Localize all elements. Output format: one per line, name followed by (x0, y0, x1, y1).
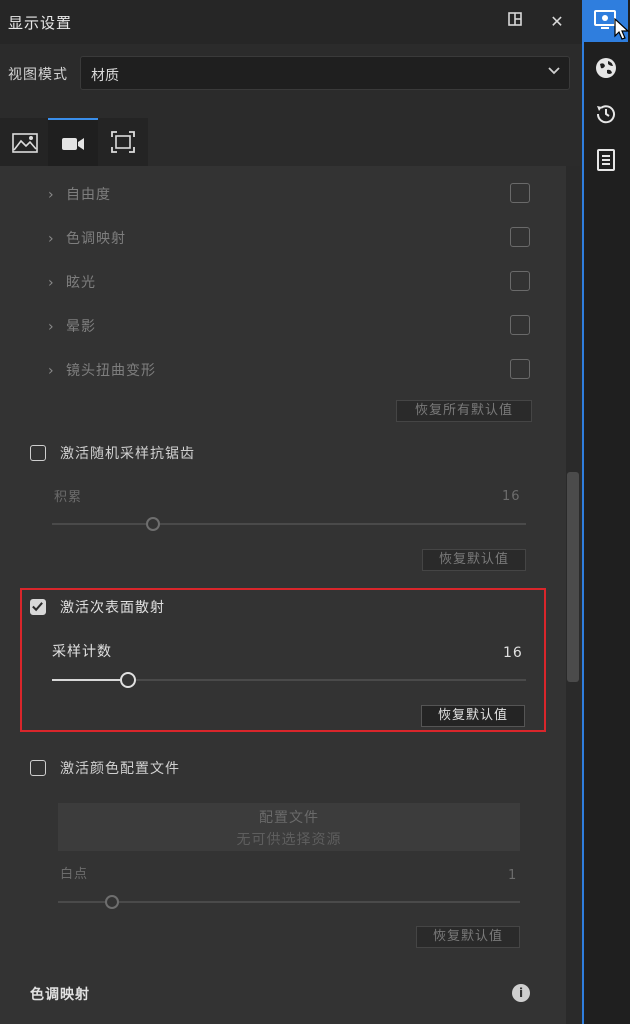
view-mode-select[interactable]: 材质 (80, 56, 570, 90)
fold-label: 眩光 (66, 275, 96, 291)
fold-item-glare[interactable]: › 眩光 (48, 272, 96, 292)
whitepoint-slider-track[interactable] (58, 901, 520, 903)
reset-all-button[interactable]: 恢复所有默认值 (396, 400, 532, 422)
antialias-checkbox[interactable] (30, 445, 46, 461)
antialias-slider-label: 积累 (54, 490, 83, 505)
antialias-label: 激活随机采样抗锯齿 (60, 446, 195, 462)
document-list-icon[interactable] (594, 148, 618, 172)
antialias-slider-knob[interactable] (146, 517, 160, 531)
environment-icon (12, 133, 38, 153)
profile-file-box[interactable]: 配置文件 无可供选择资源 (58, 803, 520, 851)
fold-item-lens-distortion[interactable]: › 镜头扭曲变形 (48, 360, 156, 380)
antialias-slider-value: 16 (502, 489, 521, 504)
view-mode-row: 视图模式 材质 (0, 52, 582, 94)
tonemap-checkbox[interactable] (510, 227, 530, 247)
vignette-checkbox[interactable] (510, 315, 530, 335)
color-profile-label: 激活颜色配置文件 (60, 761, 180, 777)
fold-item-vignette[interactable]: › 晕影 (48, 316, 96, 336)
toolbar-item-display-settings[interactable] (584, 0, 630, 42)
titlebar: 显示设置 ✕ (0, 0, 582, 44)
frame-icon (111, 131, 135, 153)
panel-title: 显示设置 (8, 14, 73, 32)
lens-distortion-checkbox[interactable] (510, 359, 530, 379)
environment-globe-icon[interactable] (594, 56, 618, 80)
whitepoint-slider-value: 1 (508, 868, 518, 883)
fold-item-dof[interactable]: › 自由度 (48, 184, 111, 204)
fold-label: 镜头扭曲变形 (66, 363, 156, 379)
history-icon[interactable] (594, 102, 618, 126)
profile-file-title: 配置文件 (259, 810, 319, 826)
profile-file-subtitle: 无可供选择资源 (236, 832, 342, 848)
settings-tabs (0, 116, 582, 166)
whitepoint-slider-label: 白点 (60, 867, 89, 882)
dock-icon[interactable] (503, 10, 527, 34)
chevron-right-icon: › (48, 231, 55, 247)
dof-checkbox[interactable] (510, 183, 530, 203)
app-root: 显示设置 ✕ 视图模式 材质 › 自由度 › 色调映射 › 眩光 › 晕影 › … (0, 0, 630, 1024)
antialias-slider-track[interactable] (52, 523, 526, 525)
color-profile-checkbox[interactable] (30, 760, 46, 776)
fold-item-tonemap[interactable]: › 色调映射 (48, 228, 126, 248)
tab-frame[interactable] (98, 118, 148, 166)
toolbar-accent-line (582, 0, 584, 1024)
chevron-down-icon (547, 63, 561, 81)
tab-environment[interactable] (0, 118, 50, 166)
view-mode-value: 材质 (91, 68, 119, 84)
chevron-right-icon: › (48, 275, 55, 291)
scrollbar-thumb[interactable] (567, 472, 579, 682)
color-profile-reset-button[interactable]: 恢复默认值 (416, 926, 520, 948)
fold-label: 晕影 (66, 319, 96, 335)
chevron-right-icon: › (48, 363, 55, 379)
view-mode-label: 视图模式 (8, 67, 68, 83)
tone-mapping-heading: 色调映射 (30, 987, 90, 1003)
tab-camera[interactable] (48, 118, 98, 166)
glare-checkbox[interactable] (510, 271, 530, 291)
whitepoint-slider-knob[interactable] (105, 895, 119, 909)
antialias-reset-button[interactable]: 恢复默认值 (422, 549, 526, 571)
chevron-right-icon: › (48, 187, 55, 203)
fold-label: 自由度 (66, 187, 111, 203)
info-icon[interactable]: i (512, 984, 530, 1002)
mouse-cursor-icon (614, 18, 630, 40)
fold-label: 色调映射 (66, 231, 126, 247)
close-icon[interactable]: ✕ (545, 10, 569, 34)
camera-icon (62, 138, 84, 150)
chevron-right-icon: › (48, 319, 55, 335)
highlight-box (20, 588, 546, 732)
